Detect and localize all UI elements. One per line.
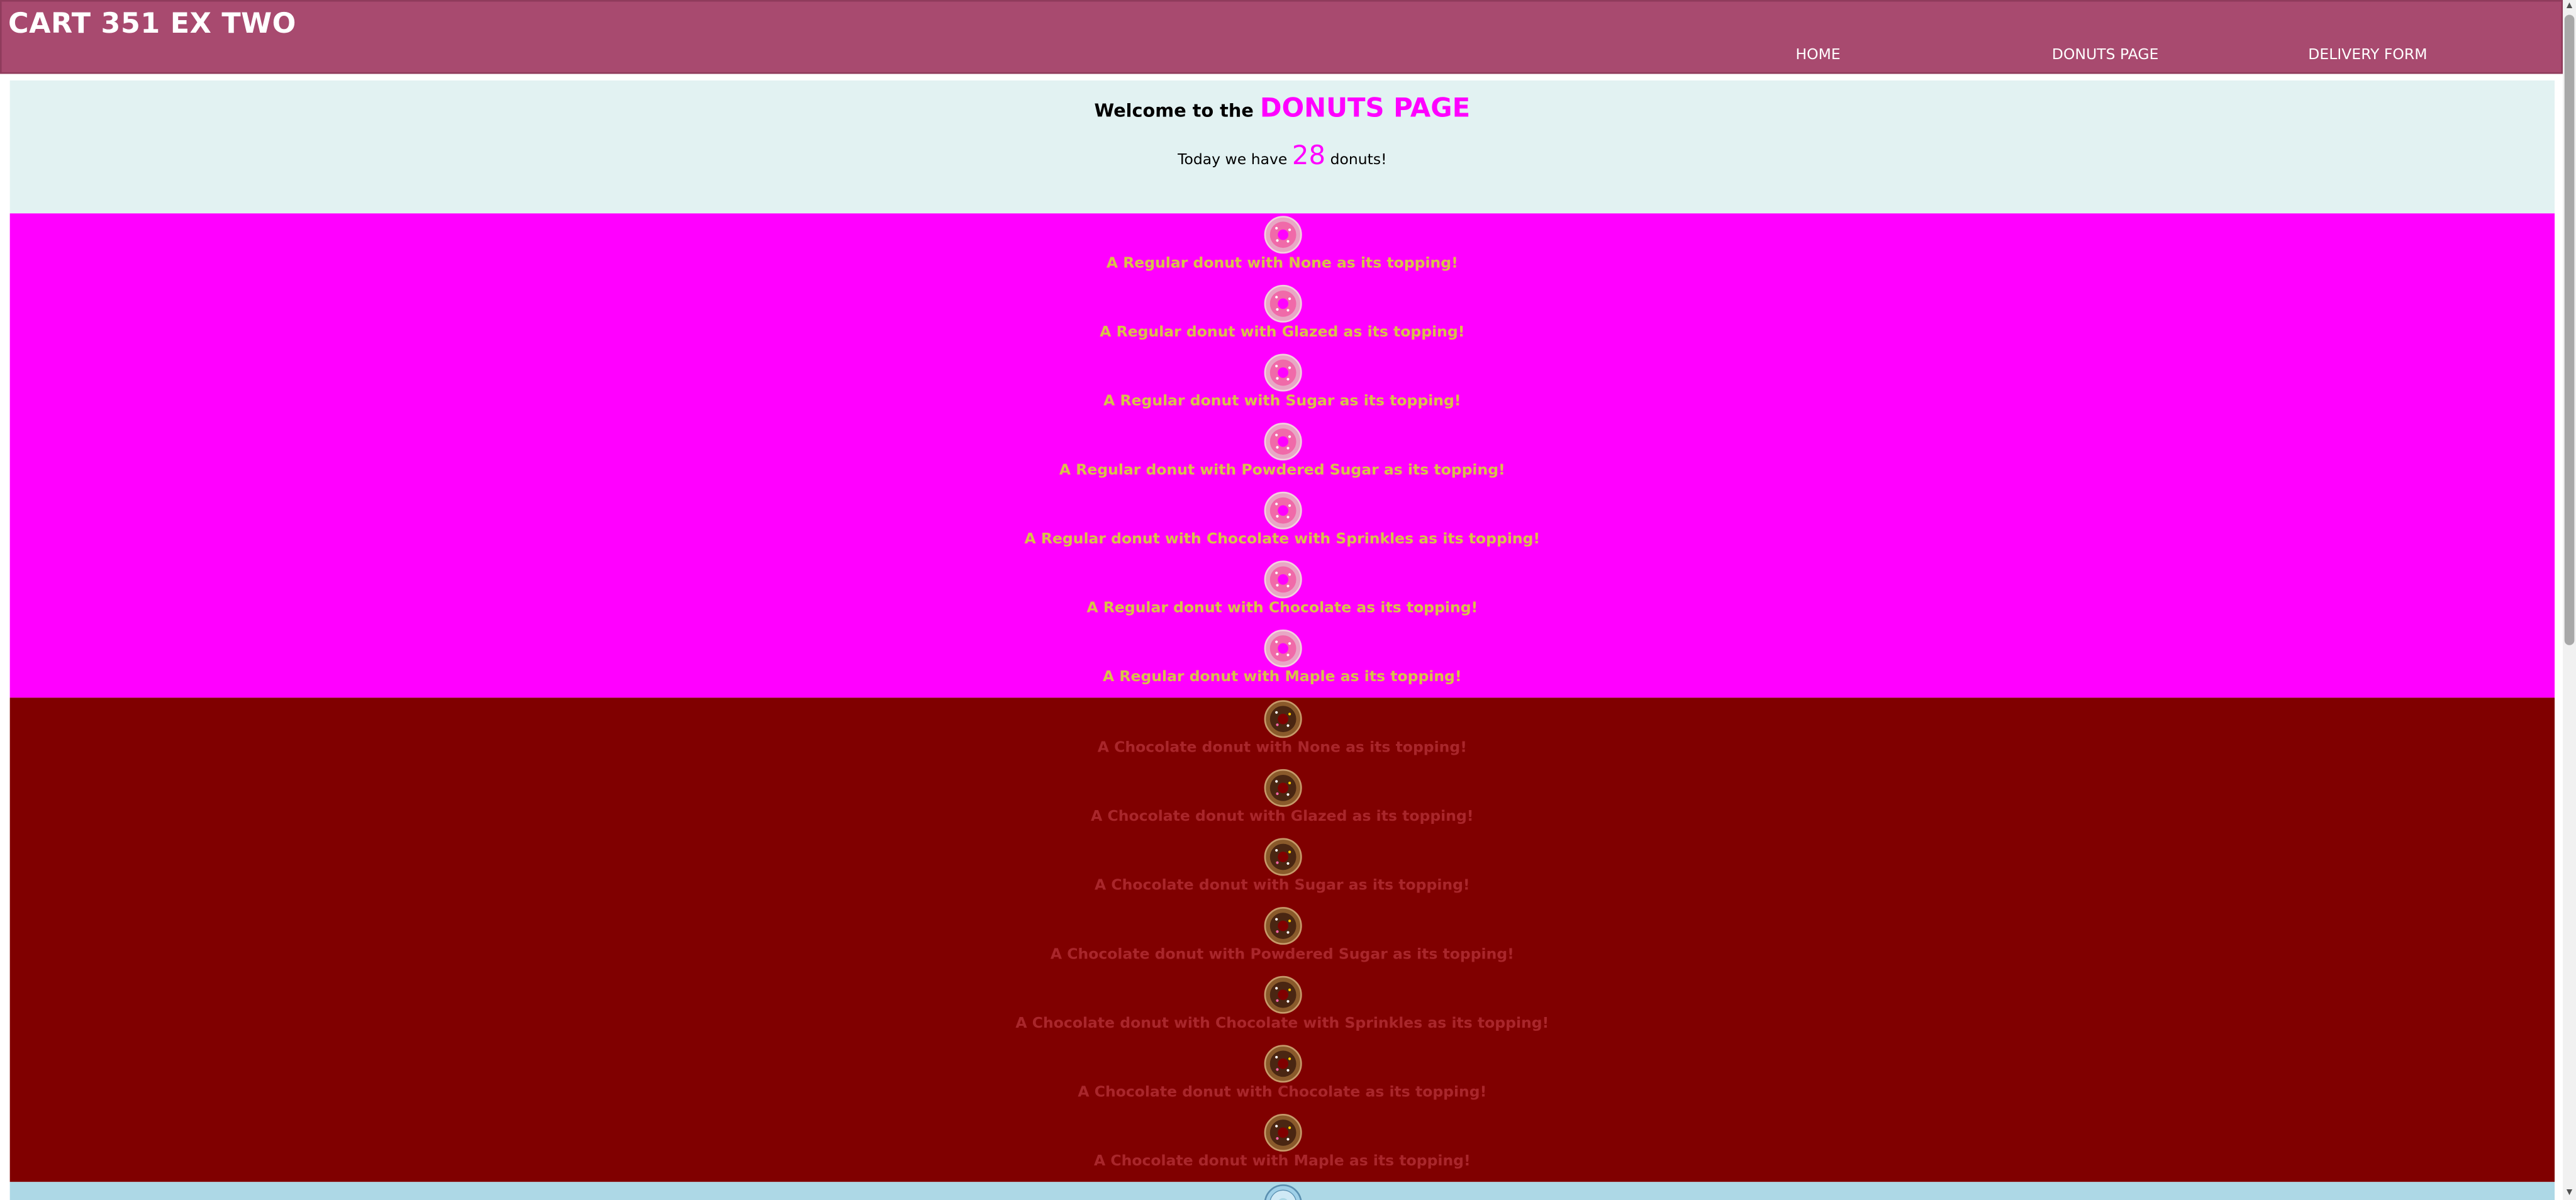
- donut-caption: A Chocolate donut with Glazed as its top…: [1091, 809, 1474, 826]
- donut-caption: A Chocolate donut with Chocolate with Sp…: [1015, 1016, 1549, 1033]
- donut-count: 28: [1291, 139, 1326, 171]
- donut-list-item: A Regular donut with None as its topping…: [10, 213, 2555, 282]
- scroll-up-arrow-icon[interactable]: ▲: [2563, 0, 2576, 13]
- donut-list-item: A Chocolate donut with Sugar as its topp…: [10, 836, 2555, 905]
- pink-donut-icon: [1263, 560, 1302, 599]
- chocolate-donut-icon: [1263, 1113, 1302, 1152]
- donut-caption: A Regular donut with Maple as its toppin…: [1103, 669, 1462, 687]
- chocolate-donut-icon: [1263, 975, 1302, 1014]
- chocolate-donut-icon: [1263, 769, 1302, 807]
- donut-list-item: A Chocolate donut with Powdered Sugar as…: [10, 904, 2555, 974]
- scrollbar-thumb[interactable]: [2564, 14, 2575, 645]
- donut-caption: A Chocolate donut with Powdered Sugar as…: [1050, 947, 1514, 964]
- nav-delivery-form-link[interactable]: DELIVERY FORM: [2308, 48, 2427, 64]
- chocolate-donuts-section: A Chocolate donut with None as its toppi…: [9, 697, 2555, 1182]
- count-prefix: Today we have: [1178, 152, 1288, 169]
- chocolate-donut-icon: [1263, 838, 1302, 876]
- donut-caption: A Regular donut with Sugar as its toppin…: [1103, 394, 1461, 411]
- donut-list-item: A Chocolate donut with Glazed as its top…: [10, 767, 2555, 836]
- pink-donut-icon: [1263, 491, 1302, 530]
- donuts-page-title: DONUTS PAGE: [1259, 92, 1471, 123]
- donut-list-item: A Chocolate donut with None as its toppi…: [10, 697, 2555, 767]
- chocolate-donut-icon: [1263, 907, 1302, 945]
- top-navigation-bar: CART 351 EX TWO HOME DONUTS PAGE DELIVER…: [0, 0, 2563, 74]
- donut-count-line: Today we have 28 donuts!: [10, 140, 2555, 171]
- donut-list-item: A Regular donut with Chocolate with Spri…: [10, 489, 2555, 558]
- next-donuts-section: [9, 1182, 2555, 1200]
- donut-caption: A Chocolate donut with Sugar as its topp…: [1095, 878, 1470, 895]
- donut-caption: A Chocolate donut with Chocolate as its …: [1078, 1085, 1487, 1102]
- donut-list-item: A Chocolate donut with Chocolate as its …: [10, 1042, 2555, 1111]
- welcome-panel: Welcome to the DONUTS PAGE Today we have…: [9, 80, 2555, 214]
- donut-list-item: A Regular donut with Powdered Sugar as i…: [10, 420, 2555, 489]
- vertical-scrollbar[interactable]: ▲ ▼: [2563, 0, 2576, 1200]
- donut-list-item: A Chocolate donut with Maple as its topp…: [10, 1111, 2555, 1181]
- nav-home-link[interactable]: HOME: [1795, 48, 1840, 64]
- donut-list-item: A Regular donut with Maple as its toppin…: [10, 627, 2555, 696]
- pink-donut-icon: [1263, 353, 1302, 392]
- browser-viewport: CART 351 EX TWO HOME DONUTS PAGE DELIVER…: [0, 0, 2576, 1200]
- count-suffix: donuts!: [1330, 152, 1387, 169]
- donut-caption: A Chocolate donut with Maple as its topp…: [1093, 1153, 1471, 1171]
- pink-donut-icon: [1263, 284, 1302, 323]
- pink-donut-icon: [1263, 216, 1302, 254]
- donut-caption: A Regular donut with Chocolate as its to…: [1086, 601, 1478, 618]
- nav-donuts-page-link[interactable]: DONUTS PAGE: [2052, 48, 2159, 64]
- donut-caption: A Regular donut with Glazed as its toppi…: [1100, 325, 1465, 342]
- pink-donut-icon: [1263, 423, 1302, 461]
- donut-list-item: A Regular donut with Chocolate as its to…: [10, 558, 2555, 627]
- donut-list-item: A Regular donut with Glazed as its toppi…: [10, 282, 2555, 352]
- donut-list-item: A Regular donut with Sugar as its toppin…: [10, 352, 2555, 421]
- chocolate-donut-icon: [1263, 700, 1302, 738]
- blue-donut-icon: [1263, 1184, 1301, 1200]
- donut-caption: A Chocolate donut with None as its toppi…: [1097, 740, 1467, 757]
- donut-caption: A Regular donut with None as its topping…: [1106, 256, 1458, 273]
- scroll-down-arrow-icon[interactable]: ▼: [2563, 1187, 2576, 1200]
- site-title: CART 351 EX TWO: [8, 8, 296, 42]
- donut-caption: A Regular donut with Chocolate with Spri…: [1024, 531, 1541, 548]
- chocolate-donut-icon: [1263, 1045, 1302, 1083]
- welcome-heading: Welcome to the DONUTS PAGE: [10, 92, 2555, 123]
- donut-list-item: A Chocolate donut with Chocolate with Sp…: [10, 974, 2555, 1043]
- welcome-prefix: Welcome to the: [1094, 100, 1254, 122]
- regular-donuts-section: A Regular donut with None as its topping…: [9, 213, 2555, 698]
- pink-donut-icon: [1263, 629, 1302, 668]
- donut-caption: A Regular donut with Powdered Sugar as i…: [1059, 463, 1505, 480]
